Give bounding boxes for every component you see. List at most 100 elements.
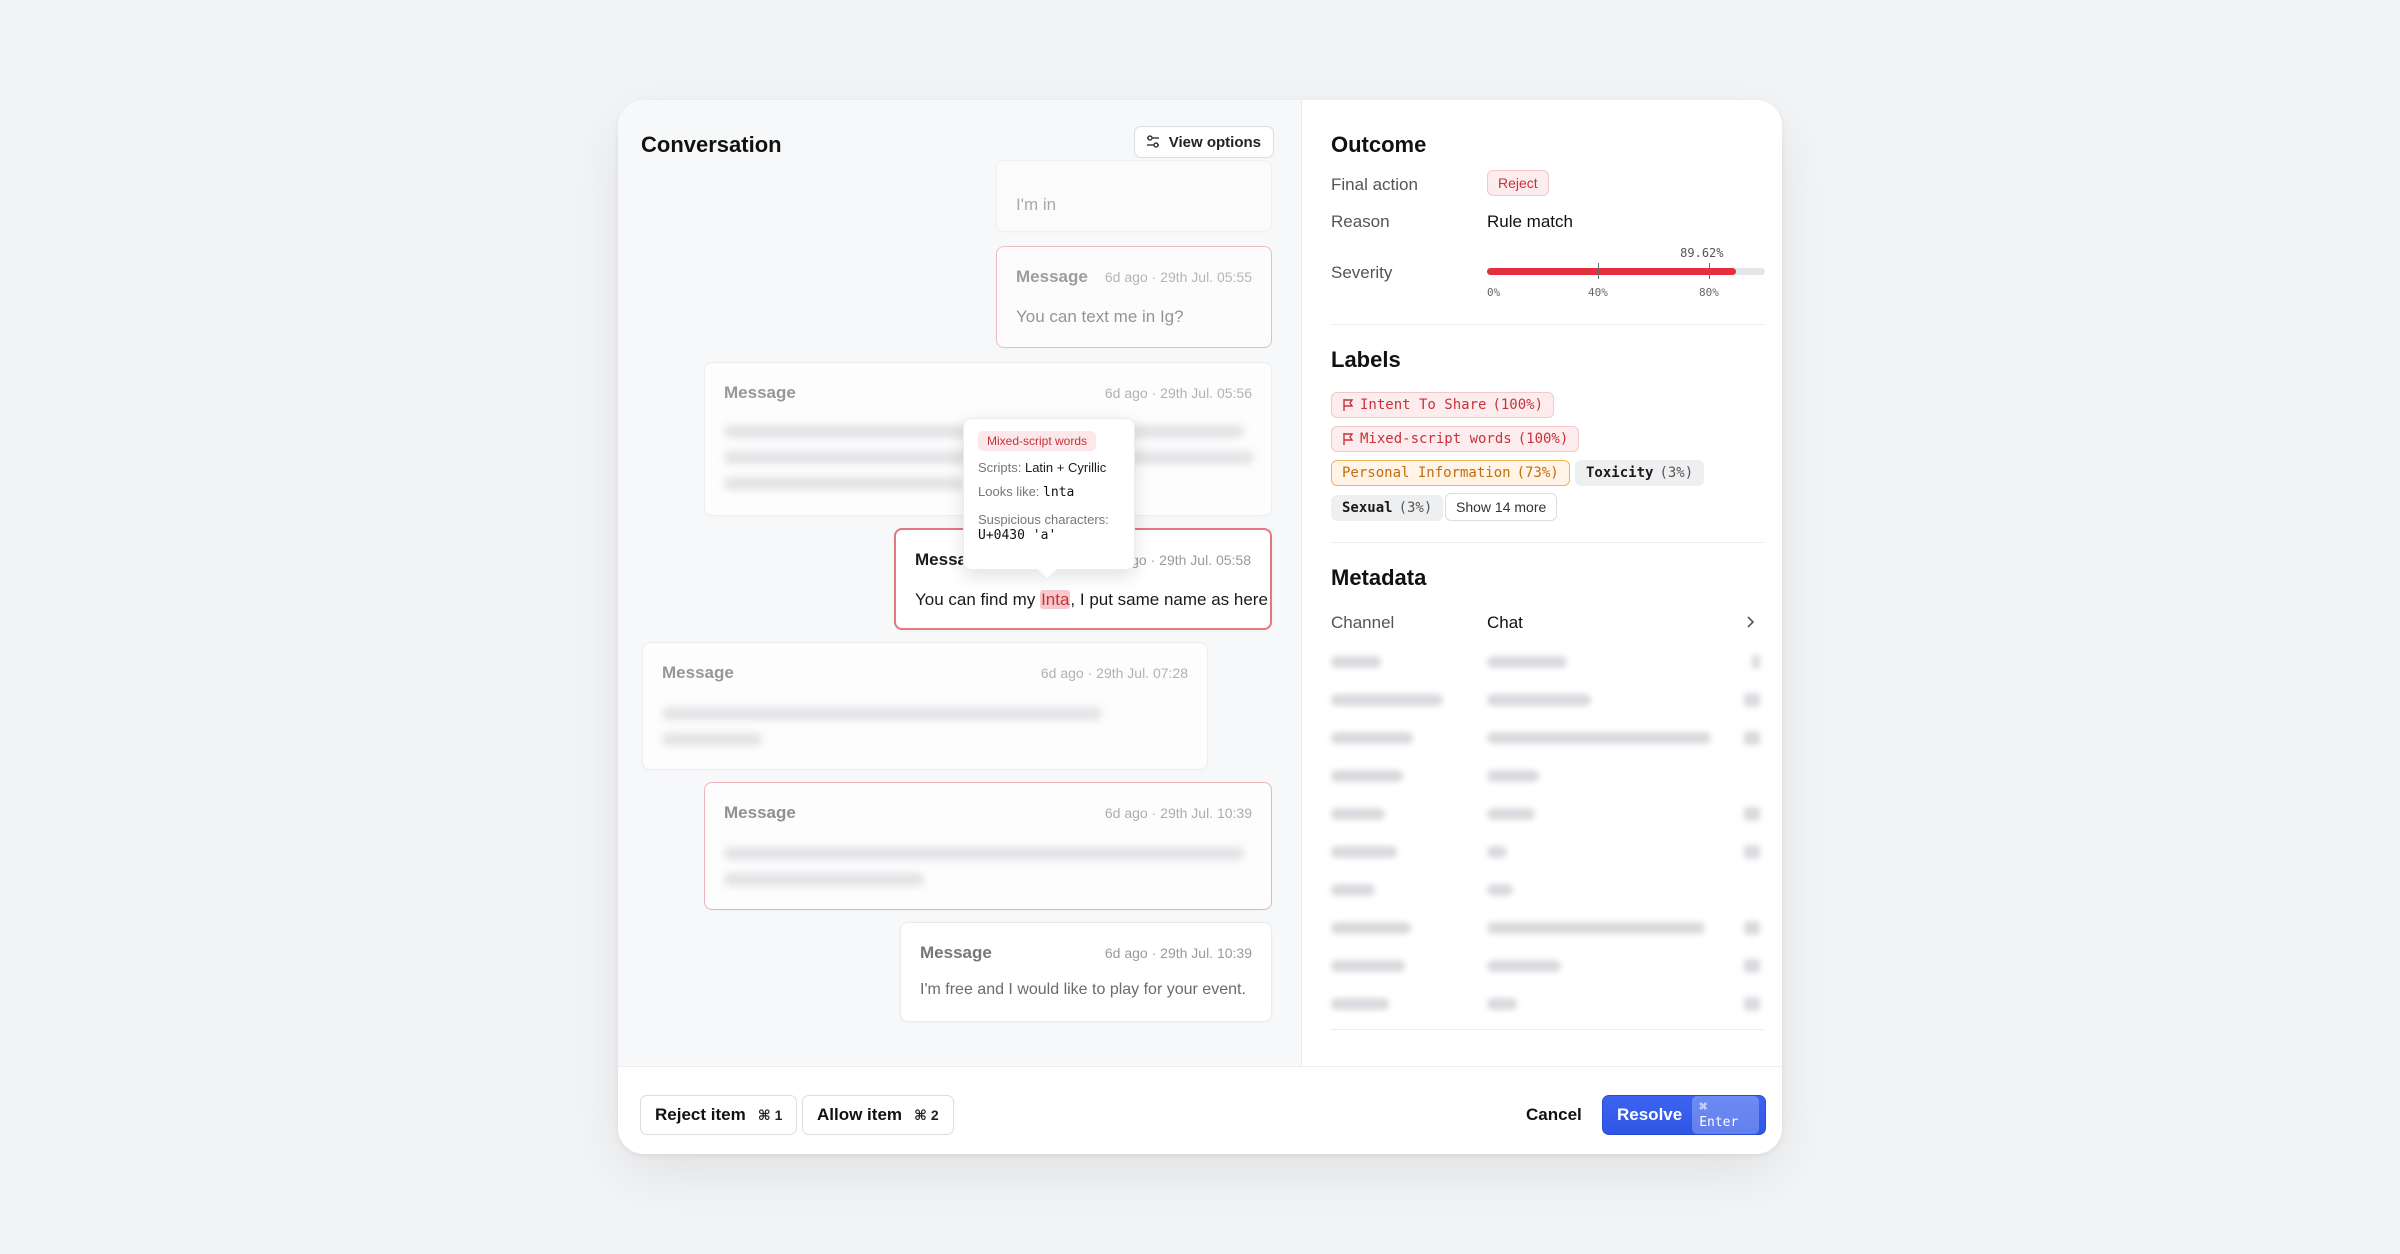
metadata-title: Metadata [1331, 565, 1427, 590]
message-time: 6d ago · 29th Jul. 05:55 [1104, 269, 1252, 285]
allow-item-button[interactable]: Allow item ⌘ 2 [802, 1095, 954, 1135]
metadata-row [1331, 726, 1764, 750]
message-card[interactable]: Message 6d ago · 29th Jul. 10:39 I'm fre… [900, 922, 1272, 1022]
reject-item-button[interactable]: Reject item ⌘ 1 [640, 1095, 798, 1135]
resolve-label: Resolve [1617, 1105, 1683, 1124]
message-time: 6d ago · 29th Jul. 10:39 [1104, 805, 1252, 821]
message-body-end: , I put same name as here [1070, 590, 1268, 609]
label-name: Toxicity [1586, 465, 1654, 481]
action-footer: Reject item ⌘ 1 Allow item ⌘ 2 Cancel Re… [618, 1066, 1782, 1154]
review-modal: Conversation View options I'm in Message… [618, 100, 1782, 1154]
message-time: 6d ago · 29th Jul. 07:28 [1040, 665, 1188, 681]
tooltip-tag: Mixed-script words [978, 431, 1097, 451]
label-name: Intent To Share [1360, 397, 1487, 413]
label-chip-toxicity[interactable]: Toxicity (3%) [1575, 460, 1705, 486]
message-body: You can find my Inta, I put same name as… [915, 590, 1268, 610]
tooltip-scripts: Scripts: Latin + Cyrillic [978, 460, 1120, 475]
severity-bar [1487, 263, 1765, 279]
label-chip-personal-information[interactable]: Personal Information (73%) [1331, 460, 1570, 486]
details-panel: Outcome Final action Reject Reason Rule … [1303, 100, 1782, 1066]
message-header: Message [1016, 267, 1088, 286]
resolve-shortcut: ⌘ Enter [1692, 1096, 1759, 1134]
message-card[interactable]: Message 6d ago · 29th Jul. 05:55 You can… [996, 246, 1272, 348]
labels-title: Labels [1331, 347, 1401, 372]
mixed-script-tooltip: Mixed-script words Scripts: Latin + Cyri… [963, 418, 1135, 580]
redacted-text [662, 733, 762, 746]
reason-label: Reason [1331, 212, 1390, 231]
chevron-right-icon[interactable] [1746, 615, 1756, 629]
allow-item-label: Allow item [817, 1105, 903, 1124]
redacted-text [724, 873, 924, 886]
cancel-button[interactable]: Cancel [1526, 1105, 1582, 1125]
final-action-badge: Reject [1487, 170, 1549, 196]
label-pct: (100%) [1517, 431, 1569, 447]
metadata-row [1331, 992, 1764, 1016]
reject-item-label: Reject item [655, 1105, 746, 1124]
label-name: Mixed-script words [1360, 431, 1512, 447]
looks-like-label: Looks like: [978, 484, 1040, 499]
severity-tick-label: 40% [1588, 286, 1608, 299]
metadata-row [1331, 650, 1764, 674]
tooltip-suspicious: Suspicious characters: U+0430 'a' [978, 512, 1120, 543]
label-pct: (100%) [1492, 397, 1544, 413]
divider [1331, 1029, 1764, 1030]
label-pct: (3%) [1659, 465, 1694, 481]
redacted-text [724, 477, 964, 490]
final-action-label: Final action [1331, 175, 1418, 194]
label-name: Sexual [1342, 500, 1393, 516]
resolve-button[interactable]: Resolve ⌘ Enter [1602, 1095, 1766, 1135]
label-chip-intent-to-share[interactable]: Intent To Share (100%) [1331, 392, 1555, 418]
suspicious-label: Suspicious characters: [978, 512, 1109, 527]
redacted-text [724, 847, 1244, 860]
scripts-value: Latin + Cyrillic [1024, 460, 1107, 475]
metadata-row [1331, 878, 1764, 902]
message-body: I'm free and I would like to play for yo… [920, 981, 1246, 998]
view-options-label: View options [1168, 133, 1261, 151]
metadata-row [1331, 954, 1764, 978]
message-card[interactable]: I'm in [996, 160, 1272, 232]
message-card[interactable]: Message 6d ago · 29th Jul. 07:28 [642, 642, 1208, 770]
scripts-label: Scripts: [978, 460, 1022, 475]
conversation-panel: Conversation View options I'm in Message… [618, 100, 1302, 1066]
label-pct: (3%) [1398, 500, 1433, 516]
suspicious-value: U+0430 'a' [978, 528, 1057, 543]
severity-tick [1598, 263, 1599, 279]
message-body-start: You can find my [915, 590, 1041, 609]
sliders-icon [1146, 135, 1159, 148]
metadata-row [1331, 840, 1764, 864]
divider [1331, 324, 1764, 325]
conversation-title: Conversation [641, 132, 782, 157]
flag-icon [1343, 399, 1354, 411]
severity-tick-label: 0% [1487, 286, 1501, 299]
message-card[interactable]: Message 6d ago · 29th Jul. 10:39 [704, 782, 1272, 910]
channel-label: Channel [1331, 613, 1395, 632]
allow-shortcut: ⌘ 2 [914, 1106, 939, 1123]
label-chip-sexual[interactable]: Sexual (3%) [1331, 495, 1444, 521]
show-more-labels-button[interactable]: Show 14 more [1445, 493, 1558, 521]
message-body: I'm in [1016, 195, 1057, 214]
message-header: Message [662, 663, 734, 682]
flag-icon [1343, 433, 1354, 445]
metadata-row [1331, 802, 1764, 826]
tooltip-looks-like: Looks like: lnta [978, 484, 1120, 500]
severity-label: Severity [1331, 263, 1393, 282]
message-body: You can text me in Ig? [1016, 307, 1184, 326]
metadata-row [1331, 764, 1764, 788]
view-options-button[interactable]: View options [1133, 126, 1274, 158]
channel-value: Chat [1487, 613, 1523, 632]
label-chip-mixed-script[interactable]: Mixed-script words (100%) [1331, 426, 1580, 452]
severity-value: 89.62% [1680, 246, 1724, 260]
redacted-text [662, 707, 1102, 720]
reason-value: Rule match [1487, 212, 1573, 231]
outcome-title: Outcome [1331, 132, 1427, 157]
severity-tick-label: 80% [1699, 286, 1719, 299]
severity-fill [1487, 268, 1737, 275]
message-time: 6d ago · 29th Jul. 10:39 [1104, 945, 1252, 961]
metadata-row [1331, 688, 1764, 712]
message-header: Message [724, 383, 796, 402]
highlighted-word[interactable]: Inta [1040, 590, 1071, 609]
message-header: Message [920, 943, 992, 962]
message-time: 6d ago · 29th Jul. 05:56 [1104, 385, 1252, 401]
divider [1331, 542, 1764, 543]
reject-shortcut: ⌘ 1 [757, 1106, 783, 1123]
